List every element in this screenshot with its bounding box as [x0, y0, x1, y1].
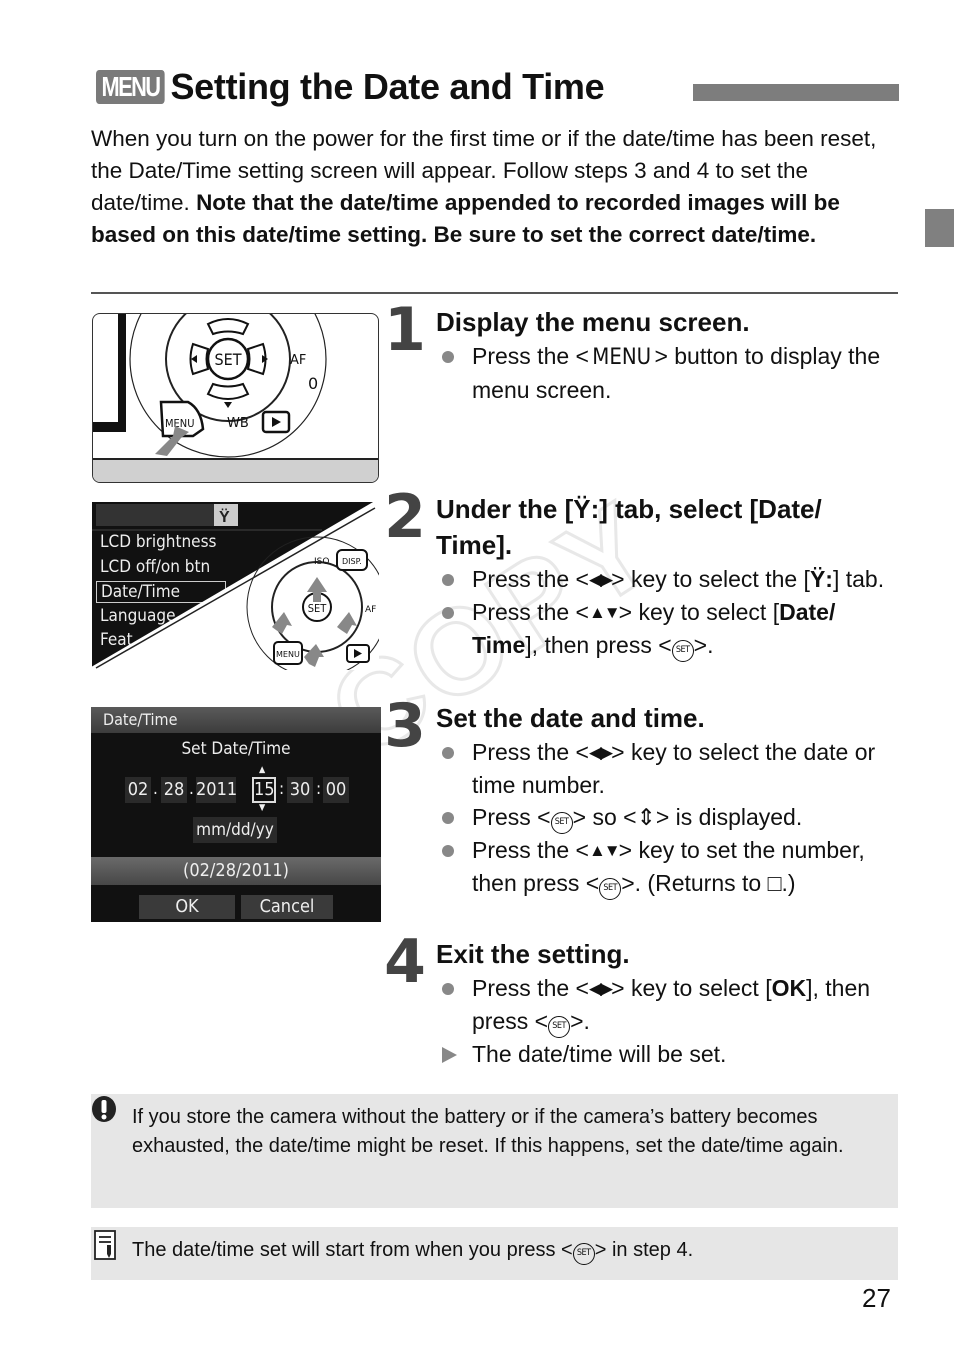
iso-label: ISO: [314, 557, 329, 567]
down-indicator-icon: ▼: [259, 803, 266, 813]
adjust-indicator-icon: ⇕: [636, 804, 656, 830]
cross-keys-illustration: SET ISO DISP. AF MENU: [92, 502, 379, 670]
caution-icon: [92, 1096, 116, 1122]
bullet-dot-icon: [442, 351, 454, 363]
set-button-icon: SET: [599, 878, 622, 900]
bullet-dot-icon: [442, 607, 454, 619]
title-row: MENU Setting the Date and Time: [96, 66, 605, 108]
set-button-icon: SET: [548, 1016, 571, 1038]
set-label: SET: [308, 602, 328, 615]
af-label: AF: [290, 353, 306, 368]
bullet-dot-icon: [442, 747, 454, 759]
step-bullet: Press the <▲▼> key to set the number, th…: [436, 834, 903, 900]
af-label: AF: [365, 605, 376, 615]
figure-date-time-screen: Date/Time Set Date/Time 02 . 28 . 2011 1…: [91, 707, 381, 922]
step-result: The date/time will be set.: [436, 1038, 903, 1070]
bullet-dot-icon: [442, 812, 454, 824]
set-button-icon: SET: [671, 640, 694, 662]
up-down-key-icon: ▲▼: [588, 841, 621, 860]
minute-field[interactable]: 30: [287, 777, 313, 803]
cancel-button[interactable]: Cancel: [241, 895, 333, 919]
camera-back-illustration: SET AF WB 0 MENU: [93, 314, 378, 482]
step-1: 1 Display the menu screen. Press the < ME…: [383, 300, 903, 406]
date-preview: (02/28/2011): [91, 857, 381, 885]
setup-tab-icon: Ÿ:: [809, 566, 833, 592]
setup-tab-icon: Ÿ:: [573, 494, 600, 524]
date-format-field[interactable]: mm/dd/yy: [193, 817, 277, 843]
menu-label: MENU: [276, 650, 300, 659]
chapter-tab-marker: [925, 209, 954, 247]
memo-icon: [94, 1230, 116, 1260]
lcd-heading: Set Date/Time: [181, 739, 291, 759]
disp-label: DISP.: [342, 557, 362, 566]
caution-box: If you store the camera without the batt…: [91, 1094, 898, 1208]
page-number: 27: [862, 1283, 891, 1313]
bullet-dot-icon: [442, 845, 454, 857]
month-field[interactable]: 02: [125, 777, 151, 803]
second-field[interactable]: 00: [323, 777, 349, 803]
step-number: 2: [384, 482, 426, 552]
note-box: The date/time set will start from when y…: [91, 1227, 898, 1280]
step-heading: Display the menu screen.: [436, 307, 750, 337]
set-label: SET: [214, 350, 241, 369]
hour-field-selected[interactable]: 15: [252, 777, 276, 803]
lcd-screen-title: Date/Time: [91, 707, 381, 733]
step-bullet: Press < SET > so <⇕> is displayed.: [436, 801, 903, 834]
step-4: 4 Exit the setting. Press the <◀▶> key t…: [383, 932, 903, 1070]
step-bullet: Press the <▲▼> key to select [Date/ Time…: [436, 596, 903, 662]
step-heading: Under the [Ÿ:] tab, select [Date/ Time].: [436, 494, 822, 560]
menu-badge-icon: MENU: [96, 70, 165, 104]
up-indicator-icon: ▲: [259, 765, 266, 775]
bullet-dot-icon: [442, 983, 454, 995]
set-button-icon: SET: [550, 812, 573, 834]
svg-text:0: 0: [308, 374, 318, 393]
wb-label: WB: [227, 416, 249, 431]
step-bullet: Press the < MENU > button to display the m…: [436, 340, 903, 406]
frame-box-icon: □: [767, 870, 782, 896]
step-3: 3 Set the date and time. Press the <◀▶> …: [383, 696, 903, 900]
title-decorative-bar: [693, 84, 899, 101]
up-down-key-icon: ▲▼: [588, 603, 621, 622]
figure-setup-menu: Ÿ LCD brightness LCD off/on btn Date/Tim…: [92, 502, 379, 670]
step-2: 2 Under the [Ÿ:] tab, select [Date/ Time…: [383, 487, 903, 662]
menu-button-icon: MENU: [592, 345, 652, 370]
year-field[interactable]: 2011: [196, 777, 237, 803]
ok-button[interactable]: OK: [139, 895, 235, 919]
caution-text: If you store the camera without the batt…: [132, 1106, 844, 1157]
intro-paragraph: When you turn on the power for the first…: [91, 123, 903, 251]
step-bullet: Press the <◀▶> key to select the date or…: [436, 736, 903, 801]
note-text: The date/time set will start from when y…: [132, 1236, 693, 1265]
section-divider: [91, 292, 898, 294]
left-right-key-icon: ◀▶: [588, 979, 613, 998]
step-heading: Set the date and time.: [436, 703, 705, 733]
left-right-key-icon: ◀▶: [588, 570, 613, 589]
day-field[interactable]: 28: [161, 777, 187, 803]
bullet-dot-icon: [442, 574, 454, 586]
step-number: 3: [384, 691, 426, 761]
result-triangle-icon: [442, 1047, 457, 1063]
step-bullet: Press the <◀▶> key to select [OK], then …: [436, 972, 903, 1038]
step-bullet: Press the <◀▶> key to select the [Ÿ:] ta…: [436, 563, 903, 596]
page-title: Setting the Date and Time: [170, 66, 605, 107]
left-right-key-icon: ◀▶: [588, 743, 613, 762]
step-number: 1: [384, 295, 426, 365]
step-number: 4: [384, 927, 426, 997]
intro-bold-note: Note that the date/time appended to reco…: [91, 190, 840, 247]
figure-camera-menu-button: SET AF WB 0 MENU: [92, 313, 379, 483]
step-heading: Exit the setting.: [436, 939, 630, 969]
set-button-icon: SET: [572, 1243, 595, 1265]
